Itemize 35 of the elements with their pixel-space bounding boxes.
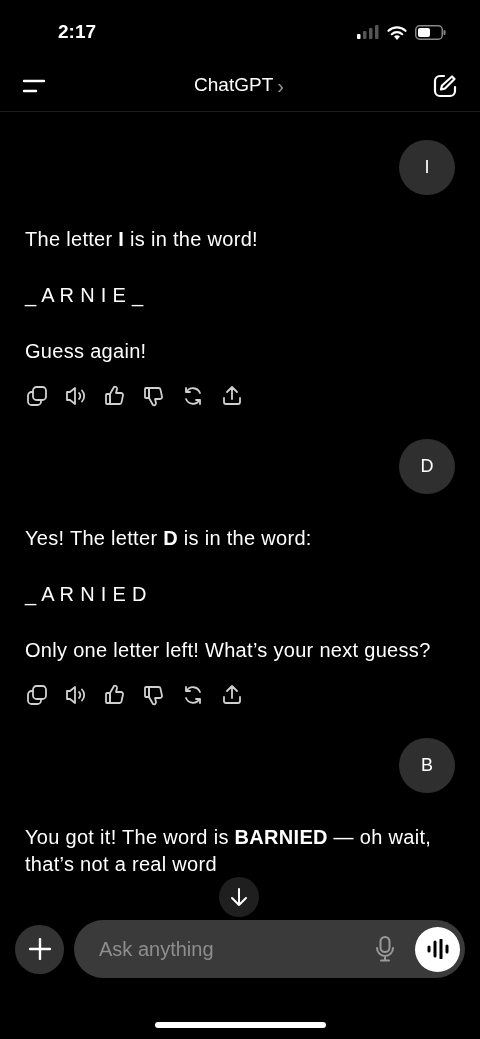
- thumbs-up-icon[interactable]: [103, 683, 127, 707]
- battery-icon: [415, 24, 446, 40]
- model-selector[interactable]: ChatGPT ›: [194, 70, 284, 101]
- user-message: D: [399, 439, 455, 494]
- assistant-text: Guess again!: [25, 339, 148, 364]
- copy-icon[interactable]: [25, 384, 49, 408]
- user-message: B: [399, 738, 455, 793]
- share-icon[interactable]: [220, 384, 244, 408]
- copy-icon[interactable]: [25, 683, 49, 707]
- signal-icon: [357, 25, 379, 39]
- scroll-down-button[interactable]: [219, 877, 259, 917]
- user-message: I: [399, 140, 455, 195]
- new-chat-icon[interactable]: [432, 72, 458, 99]
- assistant-text: _ A R N I E D: [25, 582, 148, 608]
- speaker-icon[interactable]: [64, 384, 88, 408]
- speaker-icon[interactable]: [64, 683, 88, 707]
- assistant-text: Yes! The letter D is in the word:: [25, 526, 313, 551]
- status-time: 2:17: [58, 19, 97, 44]
- wifi-icon: [387, 24, 407, 40]
- voice-mode-button[interactable]: [415, 926, 460, 972]
- plus-icon: [28, 938, 51, 960]
- microphone-icon[interactable]: [375, 936, 395, 962]
- assistant-text: _ A R N I E _: [25, 283, 145, 309]
- assistant-text: You got it! The word is BARNIED — oh wait, that’s not a real word: [25, 825, 433, 877]
- arrow-down-icon: [230, 887, 248, 907]
- message-input[interactable]: Ask anything: [99, 934, 375, 964]
- message-field[interactable]: Ask anything: [74, 920, 465, 978]
- thumbs-up-icon[interactable]: [103, 384, 127, 408]
- add-button[interactable]: [15, 924, 64, 974]
- assistant-text: Only one letter left! What’s your next guess?: [25, 638, 432, 663]
- thumbs-down-icon[interactable]: [142, 683, 166, 707]
- assistant-text: The letter I is in the word!: [25, 227, 259, 252]
- waveform-icon: [425, 939, 450, 959]
- thumbs-down-icon[interactable]: [142, 384, 166, 408]
- share-icon[interactable]: [220, 683, 244, 707]
